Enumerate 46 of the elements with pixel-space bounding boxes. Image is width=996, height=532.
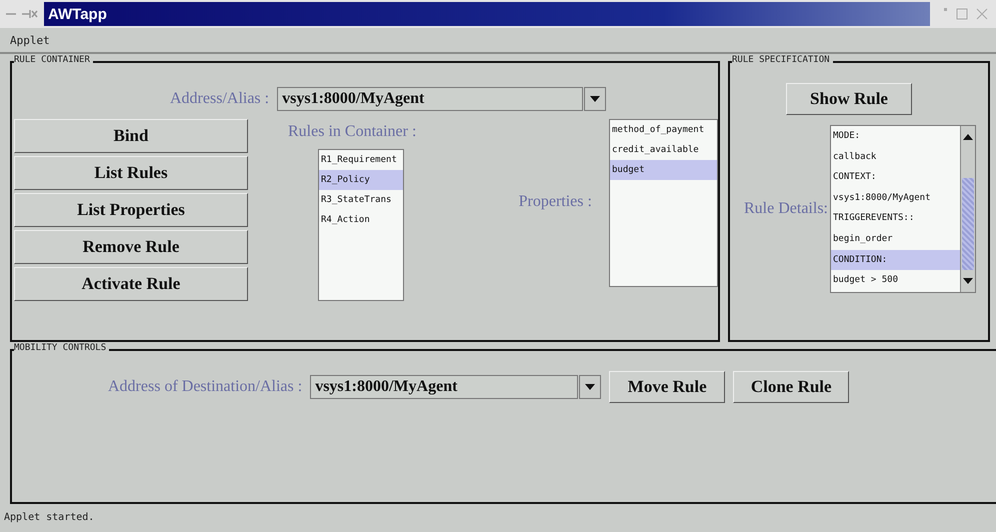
list-item[interactable]: budget: [610, 160, 717, 180]
action-button[interactable]: List Properties: [14, 193, 248, 227]
rule-details-list[interactable]: MODE: callback CONTEXT: vsys1:8000/MyAgent TRIGGEREVENTS:: begin_order CONDITION: budget > 500: [830, 125, 976, 293]
address-field[interactable]: vsys1:8000/MyAgent: [277, 87, 584, 111]
panel-title: MOBILITY CONTROLS: [14, 343, 110, 353]
list-item[interactable]: R3_StateTrans: [319, 190, 403, 210]
list-item[interactable]: vsys1:8000/MyAgent: [830, 188, 960, 208]
status-text: Applet started.: [3, 511, 96, 523]
list-item[interactable]: R1_Requirement: [319, 150, 403, 170]
destination-label: Address of Destination/Alias :: [108, 378, 302, 396]
list-item[interactable]: budget > 500: [830, 270, 960, 291]
properties-label: Properties :: [518, 193, 593, 211]
panel-title: RULE CONTAINER: [14, 55, 93, 65]
properties-list[interactable]: method_of_payment credit_available budget: [609, 119, 718, 287]
window-title: AWTapp: [47, 6, 107, 22]
down-arrow-icon[interactable]: [585, 384, 596, 390]
action-button[interactable]: List Rules: [14, 156, 248, 190]
list-item[interactable]: R2_Policy: [319, 170, 403, 190]
list-item[interactable]: R4_Action: [319, 210, 403, 230]
action-button[interactable]: Bind: [14, 119, 248, 153]
up-arrow-icon[interactable]: [962, 134, 973, 140]
down-arrow-icon[interactable]: [590, 96, 600, 102]
list-item[interactable]: begin_order: [830, 228, 960, 250]
rules-list[interactable]: R1_Requirement R2_Policy R3_StateTrans R4_Action: [318, 149, 404, 301]
destination-field[interactable]: vsys1:8000/MyAgent: [310, 375, 578, 399]
scrollbar[interactable]: [960, 126, 975, 292]
list-item[interactable]: TRIGGEREVENTS::: [830, 208, 960, 229]
dropdown-button[interactable]: [579, 375, 602, 399]
dropdown-button[interactable]: [584, 87, 606, 111]
action-button[interactable]: Activate Rule: [14, 267, 248, 301]
mobility-button[interactable]: Clone Rule: [733, 371, 850, 403]
list-item[interactable]: CONTEXT:: [830, 167, 960, 188]
menu-item[interactable]: Applet: [10, 34, 50, 46]
address-label: Address/Alias :: [170, 90, 270, 108]
rules-label: Rules in Container :: [288, 123, 418, 141]
list-item[interactable]: callback: [830, 146, 960, 168]
down-arrow-icon[interactable]: [962, 278, 973, 284]
list-item[interactable]: credit_available: [610, 140, 717, 160]
list-item[interactable]: MODE:: [830, 126, 960, 147]
rule-details-label: Rule Details:: [744, 200, 828, 218]
action-button[interactable]: Remove Rule: [14, 230, 248, 264]
mobility-button[interactable]: Move Rule: [609, 371, 726, 403]
show-rule-button[interactable]: Show Rule: [786, 83, 912, 115]
list-item[interactable]: CONDITION:: [830, 250, 960, 270]
panel-title: RULE SPECIFICATION: [732, 55, 833, 65]
list-item[interactable]: method_of_payment: [610, 120, 717, 140]
